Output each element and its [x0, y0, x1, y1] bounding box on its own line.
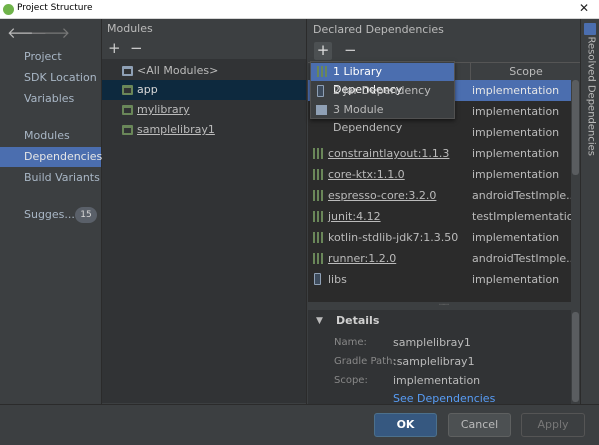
- dependency-scope: implementation: [472, 84, 560, 97]
- remove-dependency-button[interactable]: −: [344, 41, 357, 59]
- module-group-icon: [122, 66, 133, 76]
- add-module-button[interactable]: +: [108, 39, 121, 57]
- modules-pane: Modules + − <All Modules> app mylibrary …: [102, 19, 307, 404]
- dependency-name: constraintlayout:1.1.3: [328, 147, 450, 160]
- app-module-icon: [122, 85, 133, 95]
- dependency-scope: implementation: [472, 273, 560, 286]
- library-icon: [313, 190, 323, 201]
- window-title: Project Structure: [17, 3, 93, 13]
- dependency-scope: testImplementation: [472, 210, 581, 223]
- module-item-app[interactable]: app: [102, 80, 306, 100]
- side-tab-label-wrap: Resolved Dependencies: [583, 36, 598, 159]
- dependency-row[interactable]: espresso-core:3.2.0 androidTestImple...: [308, 185, 577, 206]
- dependency-row[interactable]: kotlin-stdlib-jdk7:1.3.50 implementation: [308, 227, 571, 248]
- add-dependency-menu: 1 Library Dependency 2 Jar Dependency 3 …: [310, 61, 455, 134]
- declared-dependencies-header: Declared Dependencies: [313, 23, 444, 36]
- library-icon: [313, 169, 323, 180]
- module-label: mylibrary: [137, 103, 190, 116]
- library-module-icon: [122, 105, 133, 115]
- nav-item-build-variants[interactable]: Build Variants: [0, 168, 101, 188]
- dependency-row[interactable]: junit:4.12 testImplementation: [308, 206, 580, 227]
- dependency-row[interactable]: libs implementation: [308, 269, 571, 290]
- android-studio-icon: [3, 4, 14, 15]
- module-label: samplelibray1: [137, 123, 215, 136]
- dependency-scope: androidTestImple...: [472, 252, 577, 265]
- scope-column-header[interactable]: Scope: [470, 63, 581, 80]
- jar-icon: [317, 85, 324, 97]
- nav-item-project[interactable]: Project: [0, 47, 101, 67]
- remove-module-button[interactable]: −: [130, 39, 143, 57]
- name-label: Name:: [334, 337, 367, 348]
- dependency-row[interactable]: constraintlayout:1.1.3 implementation: [308, 143, 571, 164]
- jar-icon: [314, 273, 321, 285]
- name-value: samplelibray1: [393, 336, 471, 349]
- scrollbar-thumb[interactable]: [572, 312, 579, 402]
- dependency-name: junit:4.12: [328, 210, 381, 223]
- nav-item-dependencies[interactable]: Dependencies: [0, 147, 102, 167]
- dependency-scope: androidTestImple...: [472, 189, 577, 202]
- forward-arrow-icon[interactable]: 🡒: [30, 23, 70, 42]
- menu-item-label: 3 Module Dependency: [333, 103, 403, 134]
- module-label: app: [137, 83, 158, 96]
- module-item-mylibrary[interactable]: mylibrary: [102, 100, 306, 120]
- library-icon: [313, 148, 323, 159]
- details-splitter[interactable]: ┈┈: [308, 301, 580, 310]
- dependency-name: libs: [328, 273, 347, 286]
- ok-button[interactable]: OK: [374, 413, 437, 437]
- gradle-path-label: Gradle Path:: [334, 356, 396, 367]
- nav-item-variables[interactable]: Variables: [0, 89, 101, 109]
- nav-item-modules[interactable]: Modules: [0, 126, 101, 146]
- details-scrollbar[interactable]: [571, 310, 580, 404]
- scope-label: Scope:: [334, 375, 368, 386]
- close-icon[interactable]: ✕: [579, 1, 589, 15]
- library-icon: [313, 253, 323, 264]
- scope-value: implementation: [393, 374, 481, 387]
- dependency-name: core-ktx:1.1.0: [328, 168, 405, 181]
- modules-header: Modules: [107, 22, 153, 35]
- dependency-name: espresso-core:3.2.0: [328, 189, 437, 202]
- resolved-dependencies-icon: [584, 23, 596, 35]
- gradle-path-value: :samplelibray1: [393, 355, 475, 368]
- library-icon: [313, 232, 323, 243]
- left-navigation: 🡐 🡒 Project SDK Location Variables Modul…: [0, 19, 102, 404]
- dependency-row[interactable]: runner:1.2.0 androidTestImple...: [308, 248, 577, 269]
- dependencies-toolbar: + −: [308, 40, 580, 62]
- dependency-scope: implementation: [472, 231, 560, 244]
- dependency-scope: implementation: [472, 105, 560, 118]
- module-label: <All Modules>: [137, 64, 219, 77]
- add-dependency-button[interactable]: +: [314, 42, 332, 60]
- dependency-scope: implementation: [472, 126, 560, 139]
- dependency-scope: implementation: [472, 147, 560, 160]
- cancel-button[interactable]: Cancel: [448, 413, 511, 437]
- dependency-name: runner:1.2.0: [328, 252, 397, 265]
- nav-item-sdk-location[interactable]: SDK Location: [0, 68, 101, 88]
- dependency-row[interactable]: core-ktx:1.1.0 implementation: [308, 164, 571, 185]
- title-bar: Project Structure ✕: [0, 0, 599, 19]
- dependency-scope: implementation: [472, 168, 560, 181]
- collapse-triangle-icon[interactable]: ▼: [316, 316, 323, 326]
- library-module-icon: [122, 125, 133, 135]
- scrollbar-thumb[interactable]: [572, 80, 579, 175]
- module-item-all[interactable]: <All Modules>: [102, 61, 306, 81]
- menu-item-label: 2 Jar Dependency: [333, 84, 431, 97]
- module-item-samplelibray1[interactable]: samplelibray1: [102, 120, 306, 140]
- menu-item-library-dependency[interactable]: 1 Library Dependency: [311, 63, 454, 96]
- library-icon: [313, 211, 323, 222]
- menu-item-jar-dependency[interactable]: 2 Jar Dependency: [311, 82, 454, 100]
- modules-list: <All Modules> app mylibrary samplelibray…: [102, 59, 306, 403]
- apply-button[interactable]: Apply: [521, 413, 585, 437]
- resolved-dependencies-side-tab[interactable]: Resolved Dependencies: [580, 19, 599, 404]
- library-icon: [317, 66, 327, 77]
- menu-item-module-dependency[interactable]: 3 Module Dependency: [311, 101, 454, 134]
- details-title: Details: [336, 314, 380, 327]
- dependency-name: kotlin-stdlib-jdk7:1.3.50: [328, 231, 459, 244]
- dialog-footer: OK Cancel Apply: [0, 404, 599, 445]
- details-panel: ▼ Details Name: samplelibray1 Gradle Pat…: [308, 310, 571, 405]
- side-tab-label: Resolved Dependencies: [585, 36, 597, 157]
- dependencies-scrollbar[interactable]: [571, 80, 580, 302]
- module-icon: [316, 105, 327, 115]
- suggestions-count-badge: 15: [75, 207, 97, 223]
